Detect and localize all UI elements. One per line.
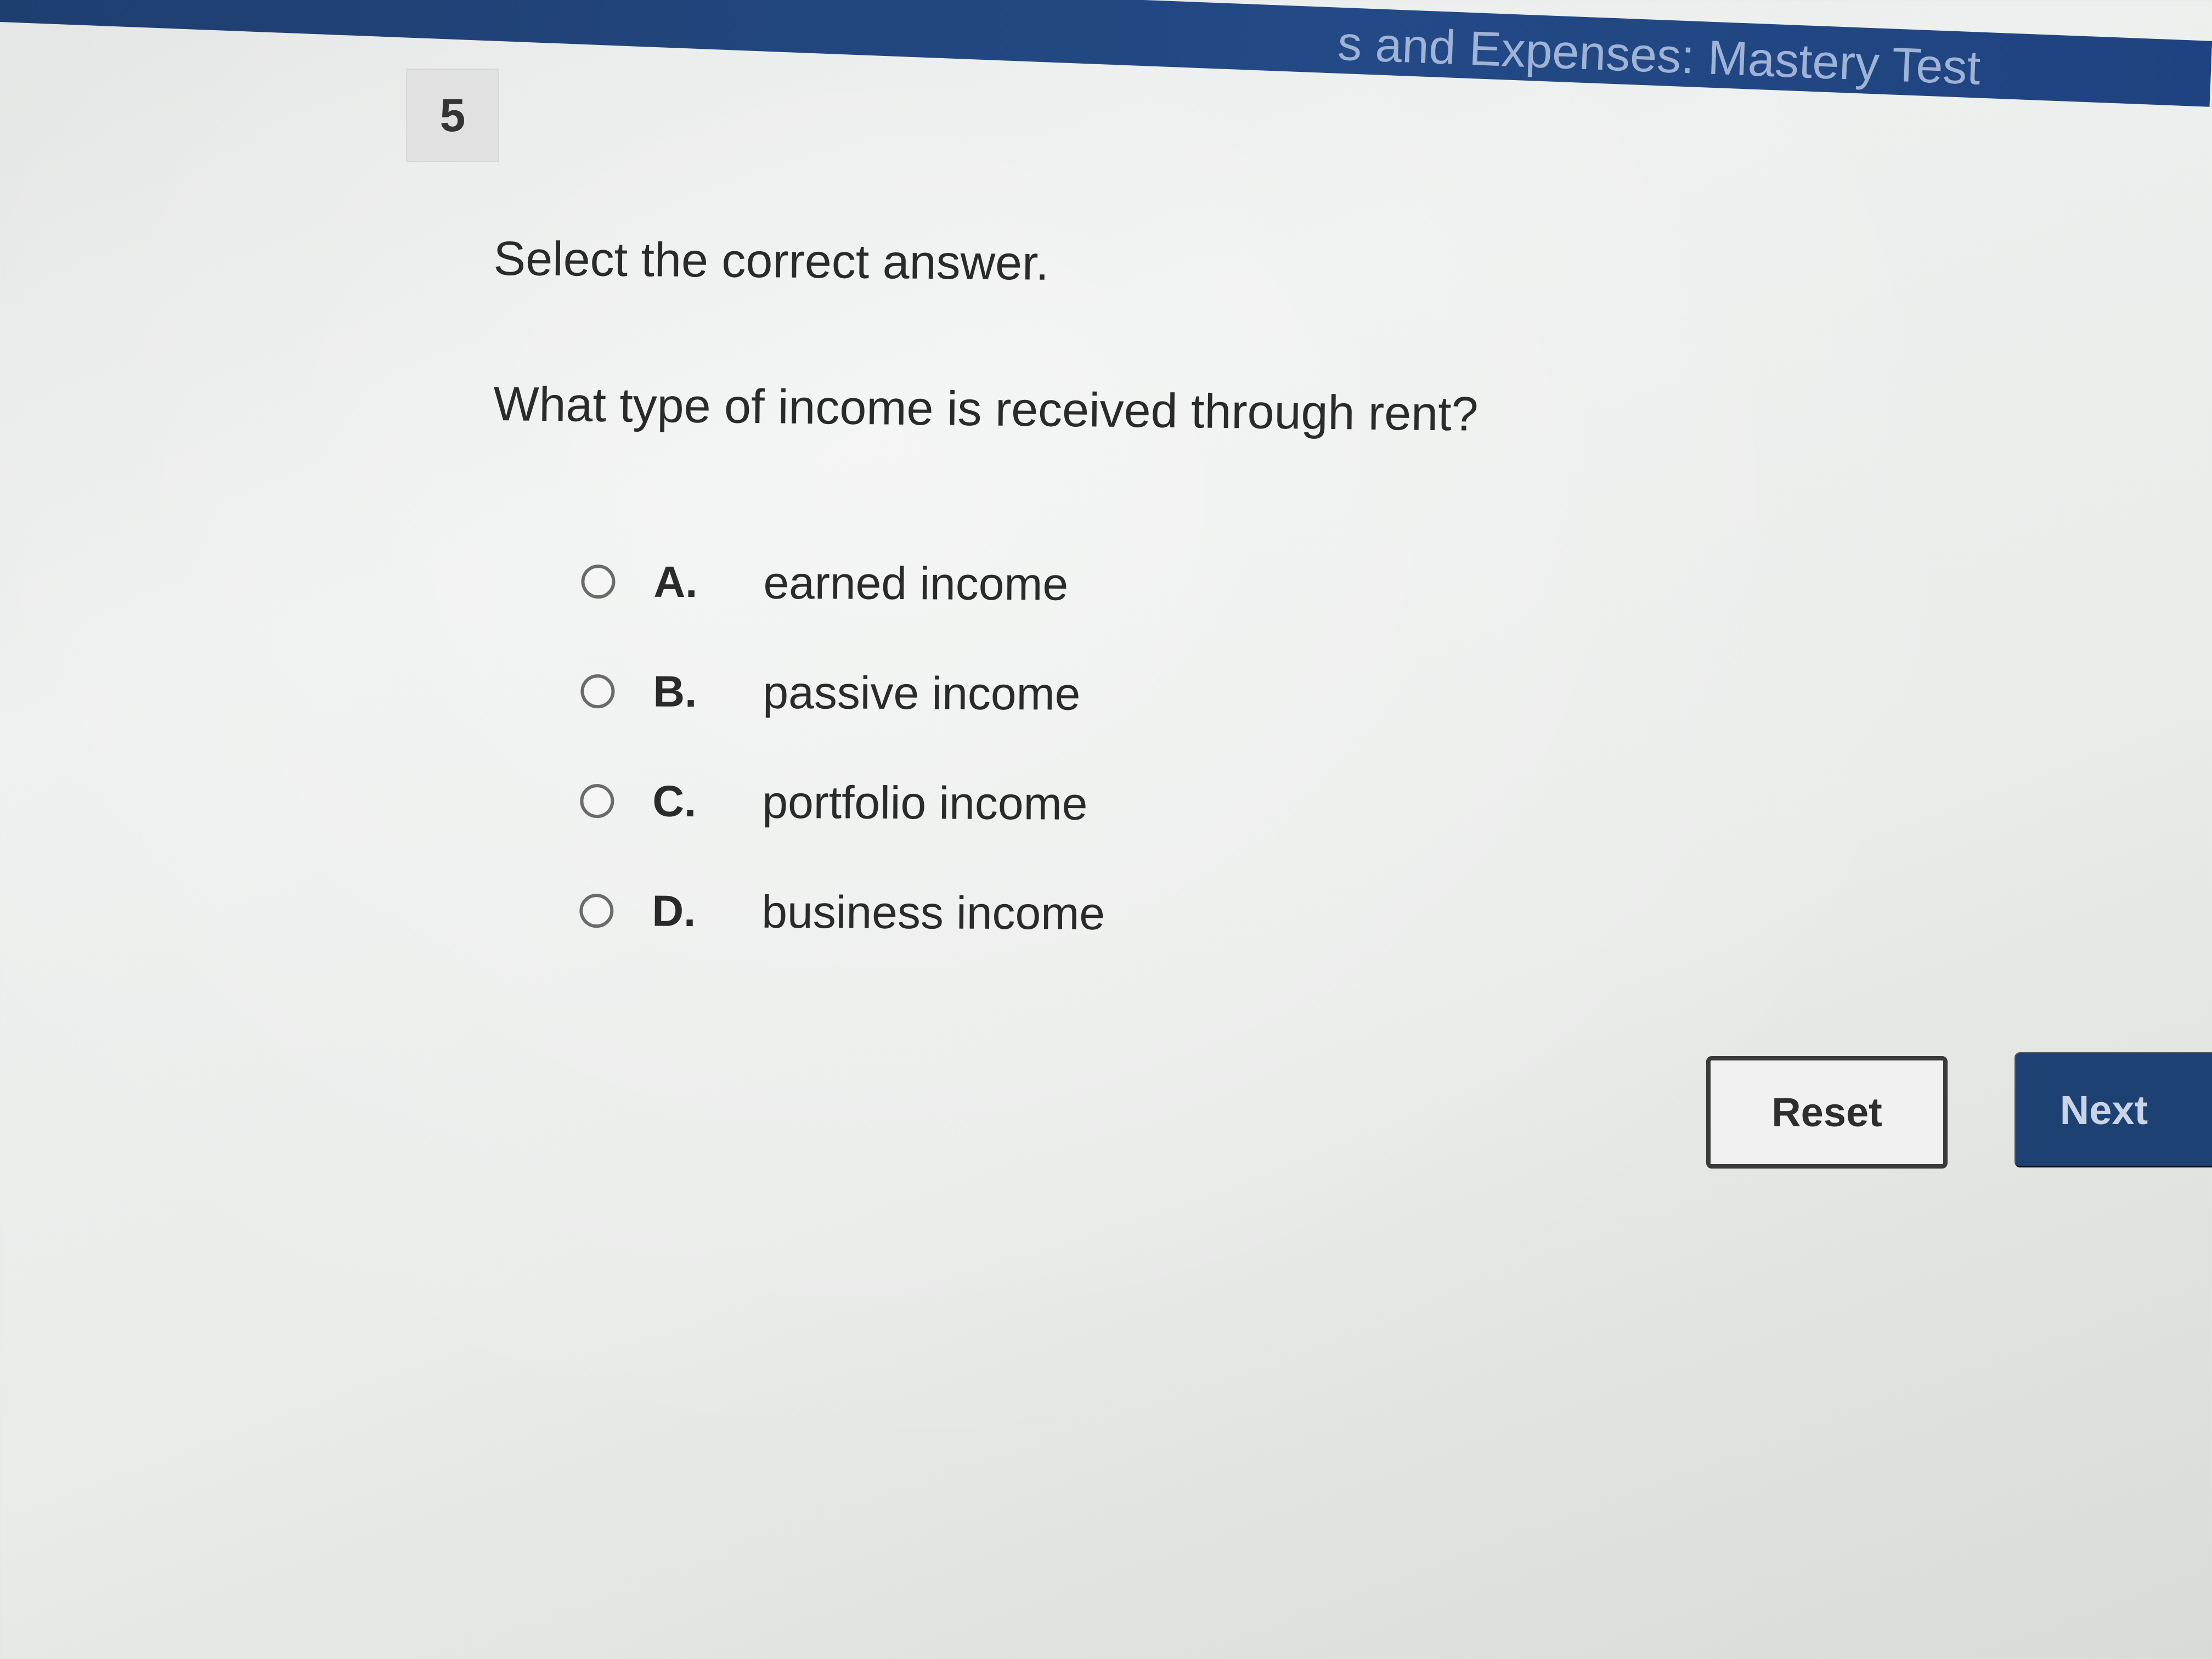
radio-button-icon[interactable] bbox=[579, 893, 614, 928]
option-text: passive income bbox=[763, 666, 1081, 720]
answer-option-a[interactable]: A. earned income bbox=[581, 527, 1107, 639]
question-instruction: Select the correct answer. bbox=[493, 230, 1049, 290]
option-text: portfolio income bbox=[762, 776, 1088, 830]
answer-options: A. earned income B. passive income C. po… bbox=[579, 527, 1107, 968]
option-letter: A. bbox=[653, 557, 698, 607]
reset-button[interactable]: Reset bbox=[1706, 1056, 1948, 1169]
screen-background bbox=[0, 0, 2212, 1659]
question-number-badge: 5 bbox=[406, 69, 499, 162]
option-text: earned income bbox=[763, 556, 1069, 610]
next-button[interactable]: Next bbox=[2015, 1052, 2212, 1167]
radio-button-icon[interactable] bbox=[581, 564, 616, 599]
answer-option-d[interactable]: D. business income bbox=[579, 856, 1105, 968]
option-letter: D. bbox=[652, 886, 696, 936]
option-letter: C. bbox=[652, 776, 697, 826]
option-text: business income bbox=[761, 885, 1105, 939]
header-bar: s and Expenses: Mastery Test bbox=[0, 0, 2212, 107]
option-letter: B. bbox=[653, 667, 697, 716]
radio-button-icon[interactable] bbox=[580, 674, 615, 709]
test-title: s and Expenses: Mastery Test bbox=[1336, 15, 1982, 95]
radio-button-icon[interactable] bbox=[580, 783, 614, 819]
answer-option-b[interactable]: B. passive income bbox=[580, 636, 1107, 749]
answer-option-c[interactable]: C. portfolio income bbox=[580, 746, 1106, 859]
question-text: What type of income is received through … bbox=[493, 376, 1479, 441]
